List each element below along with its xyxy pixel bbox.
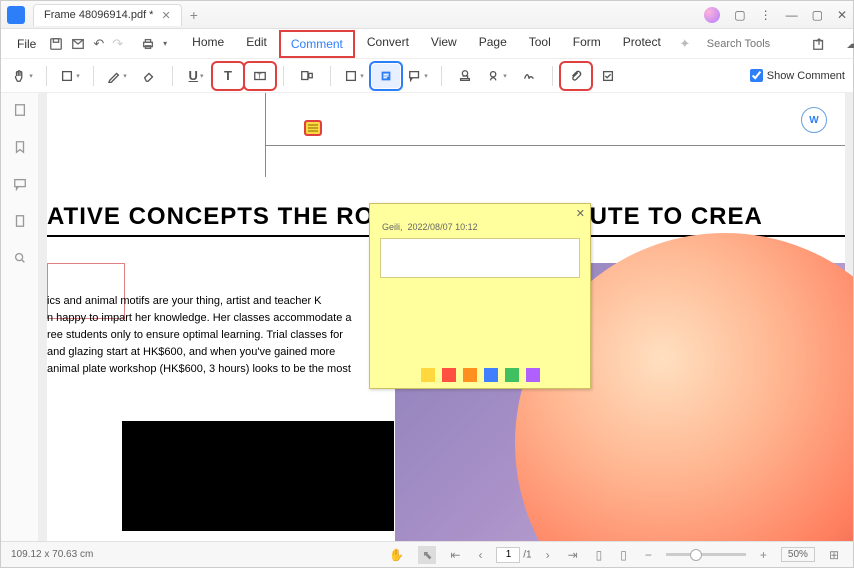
app-icon	[7, 6, 25, 24]
tab-comment[interactable]: Comment	[279, 30, 355, 58]
page-indicator: /1	[496, 547, 531, 563]
cloud-icon[interactable]: ☁	[844, 35, 854, 53]
share-icon[interactable]	[810, 35, 828, 53]
search-panel-icon[interactable]	[13, 251, 27, 268]
tab-protect[interactable]: Protect	[613, 30, 671, 58]
export-word-badge[interactable]: W	[801, 107, 827, 133]
hand-mode-icon[interactable]: ✋	[385, 548, 408, 562]
print-icon[interactable]	[141, 35, 155, 53]
single-page-icon[interactable]: ▯	[592, 548, 607, 562]
sticky-color-picker	[370, 368, 590, 382]
stamp-tool[interactable]	[451, 64, 479, 88]
color-yellow[interactable]	[421, 368, 435, 382]
titlebar: Frame 48096914.pdf * ✕ + ▢ ⋮ — ▢ ✕	[1, 1, 853, 29]
left-sidebar	[1, 93, 39, 541]
bookmarks-icon[interactable]	[13, 140, 27, 157]
sticky-note-marker[interactable]	[305, 121, 321, 135]
color-red[interactable]	[442, 368, 456, 382]
color-green[interactable]	[505, 368, 519, 382]
signature-tool[interactable]	[483, 64, 511, 88]
sign-tool[interactable]	[515, 64, 543, 88]
fit-page-icon[interactable]: ⊞	[825, 548, 843, 562]
area-select-tool[interactable]	[293, 64, 321, 88]
show-comment-label: Show Comment	[767, 70, 845, 82]
document-viewport[interactable]: ATIVE CONCEPTS THE ROU CEPTS THE ROUTE T…	[39, 93, 853, 541]
select-tool[interactable]	[56, 64, 84, 88]
document-tab[interactable]: Frame 48096914.pdf * ✕	[33, 4, 182, 26]
underline-tool[interactable]: U	[182, 64, 210, 88]
search-wand-icon[interactable]: ✦	[676, 35, 694, 53]
text-tool[interactable]: T	[214, 64, 242, 88]
attachments-panel-icon[interactable]	[13, 214, 27, 231]
tab-form[interactable]: Form	[563, 30, 611, 58]
callout-tool[interactable]	[404, 64, 432, 88]
minimize-icon[interactable]: —	[786, 8, 798, 22]
ribbon-tabs: Home Edit Comment Convert View Page Tool…	[182, 30, 671, 58]
tab-page[interactable]: Page	[469, 30, 517, 58]
zoom-in-icon[interactable]: +	[756, 548, 771, 562]
textbox-tool[interactable]: T	[246, 64, 274, 88]
file-menu[interactable]: File	[9, 33, 44, 55]
shape-tool[interactable]	[340, 64, 368, 88]
pencil-tool[interactable]	[103, 64, 131, 88]
checkbox-tool[interactable]	[594, 64, 622, 88]
kebab-icon[interactable]: ⋮	[760, 8, 772, 22]
comment-toolbar: U T T Show Comment	[1, 59, 853, 93]
page-input[interactable]	[496, 547, 520, 563]
print-dropdown-icon[interactable]: ▾	[163, 35, 167, 53]
prev-page-icon[interactable]: ‹	[474, 548, 486, 562]
sticky-note-popup[interactable]: ✕ Geili, 2022/08/07 10:12	[369, 203, 591, 389]
show-comment-checkbox[interactable]	[750, 69, 763, 82]
body-text: ics and animal motifs are your thing, ar…	[47, 293, 357, 378]
first-page-icon[interactable]: ⇤	[446, 548, 464, 562]
tab-edit[interactable]: Edit	[236, 30, 277, 58]
notify-icon[interactable]: ▢	[734, 8, 745, 22]
add-tab-button[interactable]: +	[190, 7, 198, 23]
maximize-icon[interactable]: ▢	[812, 8, 823, 22]
tab-convert[interactable]: Convert	[357, 30, 419, 58]
document-black-box	[122, 421, 394, 531]
svg-text:T: T	[257, 73, 262, 80]
redo-icon[interactable]: ↷	[112, 35, 123, 53]
search-input[interactable]	[707, 38, 797, 50]
next-page-icon[interactable]: ›	[542, 548, 554, 562]
tab-home[interactable]: Home	[182, 30, 234, 58]
eraser-tool[interactable]	[135, 64, 163, 88]
hand-tool[interactable]	[9, 64, 37, 88]
menubar: File ↶ ↷ ▾ Home Edit Comment Convert Vie…	[1, 29, 853, 59]
tab-tool[interactable]: Tool	[519, 30, 561, 58]
close-window-icon[interactable]: ✕	[837, 8, 847, 22]
mail-icon[interactable]	[71, 35, 85, 53]
continuous-page-icon[interactable]: ▯	[616, 548, 631, 562]
zoom-slider[interactable]	[666, 553, 746, 556]
attachment-tool[interactable]	[562, 64, 590, 88]
color-blue[interactable]	[484, 368, 498, 382]
workspace: ATIVE CONCEPTS THE ROU CEPTS THE ROUTE T…	[1, 93, 853, 541]
assistant-icon[interactable]	[704, 7, 720, 23]
color-purple[interactable]	[526, 368, 540, 382]
last-page-icon[interactable]: ⇥	[564, 548, 582, 562]
select-mode-icon[interactable]: ⬉	[418, 546, 436, 564]
sticky-close-icon[interactable]: ✕	[576, 207, 585, 220]
statusbar: 109.12 x 70.63 cm ✋ ⬉ ⇤ ‹ /1 › ⇥ ▯ ▯ − +…	[1, 541, 853, 567]
tab-close-icon[interactable]: ✕	[161, 9, 170, 22]
thumbnails-icon[interactable]	[13, 103, 27, 120]
undo-icon[interactable]: ↶	[93, 35, 104, 53]
sticky-text-input[interactable]	[380, 238, 580, 278]
color-orange[interactable]	[463, 368, 477, 382]
comments-panel-icon[interactable]	[13, 177, 27, 194]
zoom-level[interactable]: 50%	[781, 547, 815, 562]
tab-view[interactable]: View	[421, 30, 467, 58]
tab-title: Frame 48096914.pdf *	[44, 9, 153, 21]
sticky-meta: Geili, 2022/08/07 10:12	[370, 204, 590, 236]
show-comment-toggle[interactable]: Show Comment	[750, 69, 845, 82]
zoom-out-icon[interactable]: −	[641, 548, 656, 562]
page-dimensions: 109.12 x 70.63 cm	[11, 549, 93, 560]
save-icon[interactable]	[49, 35, 63, 53]
sticky-note-tool[interactable]	[372, 64, 400, 88]
